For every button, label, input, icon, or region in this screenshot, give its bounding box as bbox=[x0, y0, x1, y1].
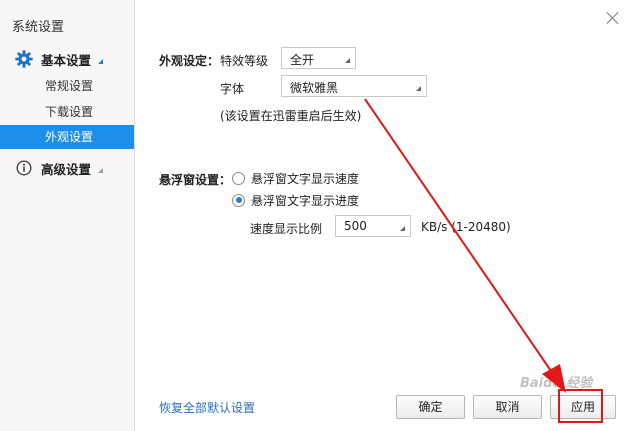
expand-triangle-icon bbox=[98, 58, 104, 64]
radio-button[interactable] bbox=[232, 171, 245, 185]
radio-show-speed[interactable]: 悬浮窗文字显示速度 bbox=[232, 170, 359, 186]
sidebar-item-appearance[interactable]: 外观设置 bbox=[0, 125, 134, 149]
font-select[interactable]: 微软雅黑 bbox=[281, 75, 427, 97]
effect-level-label: 特效等级 bbox=[220, 54, 269, 68]
floating-section-label: 悬浮窗设置： bbox=[159, 173, 232, 187]
speed-ratio-label: 速度显示比例 bbox=[250, 222, 323, 236]
dropdown-triangle-icon bbox=[416, 86, 421, 91]
apply-highlight-box bbox=[558, 389, 603, 423]
radio-button-checked[interactable] bbox=[232, 193, 245, 207]
dropdown-triangle-icon bbox=[345, 58, 350, 63]
effect-level-value: 全开 bbox=[290, 53, 315, 67]
speed-ratio-unit: KB/s (1-20480) bbox=[421, 220, 511, 234]
radio-show-speed-label: 悬浮窗文字显示速度 bbox=[251, 171, 360, 186]
sidebar-item-general[interactable]: 常规设置 bbox=[0, 74, 134, 98]
font-value: 微软雅黑 bbox=[290, 81, 339, 95]
restart-note: (该设置在迅雷重启后生效) bbox=[220, 109, 362, 123]
restore-defaults-link[interactable]: 恢复全部默认设置 bbox=[159, 399, 255, 416]
effect-level-select[interactable]: 全开 bbox=[281, 47, 356, 69]
dropdown-triangle-icon bbox=[400, 226, 405, 231]
speed-ratio-value: 500 bbox=[344, 219, 367, 233]
appearance-section-label: 外观设定： bbox=[159, 54, 220, 68]
radio-show-progress[interactable]: 悬浮窗文字显示进度 bbox=[232, 192, 359, 208]
sidebar-item-download[interactable]: 下载设置 bbox=[0, 100, 134, 124]
sidebar-title: 系统设置 bbox=[12, 20, 65, 35]
sidebar-group-basic[interactable]: 基本设置 bbox=[0, 46, 135, 72]
settings-sidebar: 系统设置 基本设置 常规设置 下载设置 外观设置 高级设置 bbox=[0, 0, 135, 431]
sidebar-group-label: 高级设置 bbox=[41, 161, 92, 177]
font-label: 字体 bbox=[220, 82, 245, 96]
ok-button[interactable]: 确定 bbox=[396, 395, 465, 419]
sidebar-group-advanced[interactable]: 高级设置 bbox=[0, 155, 135, 181]
collapse-triangle-icon bbox=[98, 167, 104, 173]
cancel-button[interactable]: 取消 bbox=[473, 395, 542, 419]
sidebar-group-label: 基本设置 bbox=[41, 52, 92, 68]
info-icon bbox=[15, 159, 33, 177]
close-icon[interactable] bbox=[606, 11, 620, 25]
speed-ratio-select[interactable]: 500 bbox=[335, 215, 411, 237]
radio-show-progress-label: 悬浮窗文字显示进度 bbox=[251, 193, 360, 208]
gear-icon bbox=[15, 50, 33, 68]
